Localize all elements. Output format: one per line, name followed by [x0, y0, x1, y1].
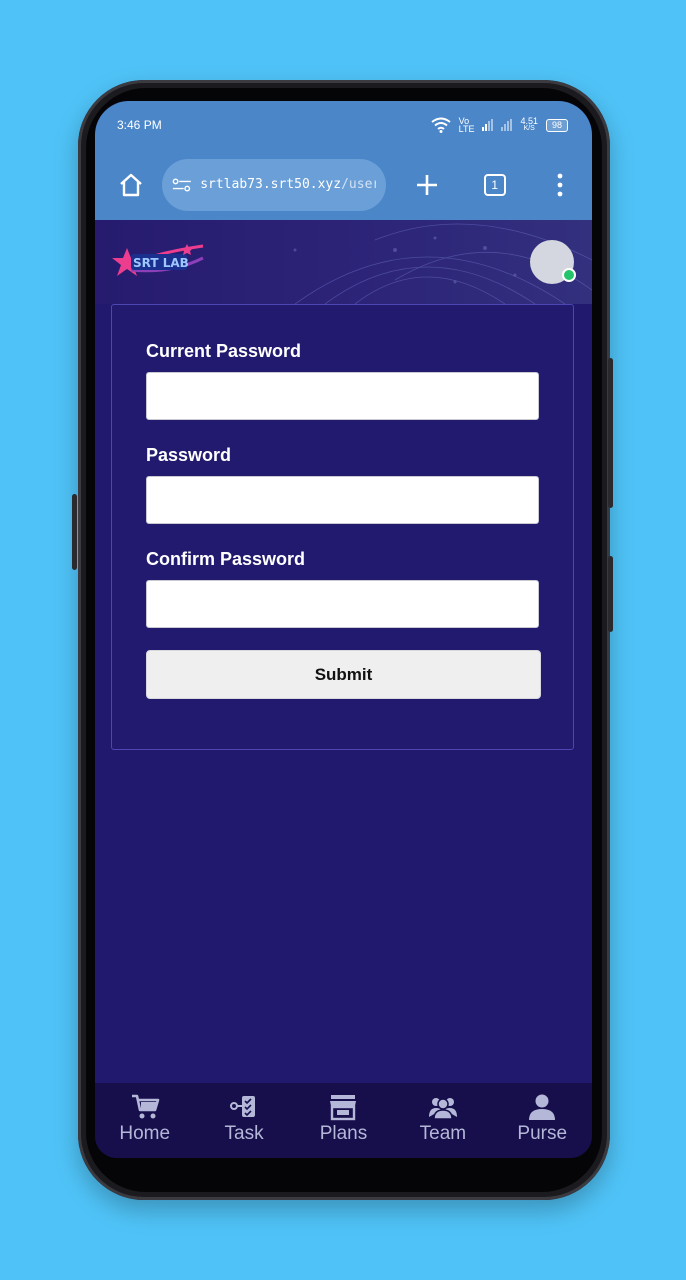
online-status-dot	[562, 268, 576, 282]
signal-icon	[482, 119, 494, 131]
url-bar[interactable]: srtlab73.srt50.xyz/user/c	[162, 158, 386, 211]
home-icon[interactable]	[113, 167, 148, 203]
confirm-password-input[interactable]	[146, 580, 539, 628]
signal-icon-2	[501, 119, 513, 131]
browser-toolbar: srtlab73.srt50.xyz/user/c 1	[95, 149, 592, 220]
task-icon	[230, 1096, 256, 1117]
volume-button	[72, 494, 77, 570]
nav-item-home[interactable]: Home	[100, 1093, 190, 1158]
nav-label-home: Home	[119, 1123, 171, 1144]
wifi-icon	[430, 117, 451, 133]
more-menu-icon[interactable]	[543, 167, 578, 203]
users-icon	[428, 1098, 457, 1120]
side-button	[608, 556, 613, 632]
status-time: 3:46 PM	[117, 118, 162, 132]
current-password-label: Current Password	[146, 341, 302, 361]
battery-indicator: 98	[545, 118, 568, 132]
volte-indicator: Vo LTE	[458, 116, 475, 134]
bottom-nav: Home Task Plans Team Purse	[95, 1083, 592, 1158]
nav-label-task: Task	[224, 1123, 264, 1144]
nav-label-team: Team	[419, 1123, 467, 1144]
change-password-card: Current Password Password Confirm Passwo…	[111, 304, 574, 750]
confirm-password-label: Confirm Password	[146, 549, 306, 569]
new-tab-icon[interactable]	[410, 167, 445, 203]
password-label: Password	[146, 445, 232, 465]
store-icon	[330, 1095, 357, 1121]
status-icons: Vo LTE 4.51 K/S 98	[430, 116, 568, 134]
nav-item-team[interactable]: Team	[398, 1093, 488, 1158]
url-path: /user/c	[341, 177, 375, 192]
tab-switcher-button[interactable]: 1	[477, 167, 512, 203]
logo-text: SRT LAB	[133, 256, 189, 270]
nav-label-purse: Purse	[517, 1123, 568, 1144]
current-password-input[interactable]	[146, 372, 539, 420]
page-content: SRT LAB Current Password Password Confir…	[95, 220, 592, 1083]
nav-label-plans: Plans	[319, 1123, 368, 1144]
user-icon	[529, 1094, 556, 1120]
nav-item-task[interactable]: Task	[199, 1093, 289, 1158]
nav-item-purse[interactable]: Purse	[497, 1093, 587, 1158]
tab-count: 1	[483, 173, 506, 196]
status-bar: 3:46 PM Vo LTE 4.51 K/S 98	[95, 101, 592, 149]
nav-item-plans[interactable]: Plans	[298, 1093, 388, 1158]
network-speed: 4.51 K/S	[520, 116, 538, 133]
submit-button[interactable]: Submit	[146, 650, 541, 699]
power-button	[608, 358, 613, 508]
url-text: srtlab73.srt50.xyz/user/c	[200, 177, 375, 192]
header-banner: SRT LAB	[95, 220, 592, 304]
phone-screen: 3:46 PM Vo LTE 4.51 K/S 98 srtlab73.srt5…	[95, 101, 592, 1158]
srt-lab-logo: SRT LAB	[111, 240, 207, 289]
password-input[interactable]	[146, 476, 539, 524]
cart-icon	[131, 1094, 159, 1119]
url-host: srtlab73.srt50.xyz	[200, 177, 342, 192]
site-settings-icon[interactable]	[172, 177, 192, 193]
